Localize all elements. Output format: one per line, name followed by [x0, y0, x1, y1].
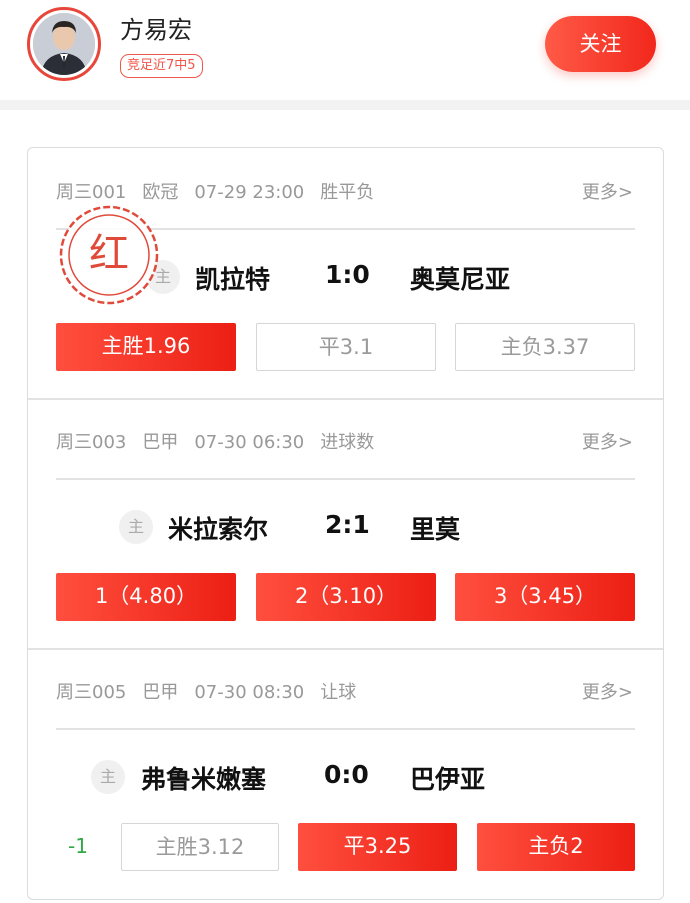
- match-item: 周三001 欧冠 07-29 23:00 胜平负 更多> 主 凯拉特 1:0 奥莫尼亚…: [28, 148, 663, 398]
- home-team: 弗鲁米嫩塞: [141, 765, 267, 794]
- expert-name: 方易宏: [120, 16, 192, 44]
- home-team: 米拉索尔: [168, 515, 269, 544]
- match-meta: 周三003 巴甲 07-30 06:30 进球数: [56, 428, 390, 454]
- option-home-win[interactable]: 主胜1.96: [56, 323, 236, 371]
- more-link[interactable]: 更多>: [582, 178, 633, 204]
- match-meta: 周三001 欧冠 07-29 23:00 胜平负: [56, 178, 390, 204]
- handicap-value: -1: [68, 834, 88, 858]
- league: 欧冠: [142, 182, 179, 203]
- market-type: 让球: [320, 682, 357, 703]
- divider: [56, 478, 635, 480]
- option-draw[interactable]: 平3.1: [256, 323, 436, 371]
- red-stamp: 红: [56, 202, 162, 308]
- match-score: 0:0: [324, 760, 369, 789]
- match-code: 周三005: [56, 682, 127, 703]
- home-team: 凯拉特: [195, 265, 271, 294]
- home-tag: 主: [119, 510, 153, 544]
- option-draw[interactable]: 平3.25: [298, 823, 457, 871]
- kickoff-time: 07-30 08:30: [194, 682, 305, 703]
- prediction-card: 周三001 欧冠 07-29 23:00 胜平负 更多> 主 凯拉特 1:0 奥莫尼亚…: [27, 147, 664, 900]
- away-team: 巴伊亚: [410, 765, 486, 794]
- stamp-label: 红: [89, 231, 129, 277]
- match-score: 2:1: [325, 510, 370, 539]
- section-separator: [0, 100, 690, 110]
- market-type: 胜平负: [320, 182, 375, 203]
- match-meta: 周三005 巴甲 07-30 08:30 让球: [56, 678, 372, 704]
- option-goals-1[interactable]: 1（4.80）: [56, 573, 236, 621]
- avatar[interactable]: [27, 7, 101, 81]
- league: 巴甲: [142, 682, 179, 703]
- avatar-photo: [33, 13, 95, 75]
- match-item: 周三003 巴甲 07-30 06:30 进球数 更多> 主 米拉索尔 2:1 里莫 …: [28, 398, 663, 648]
- more-link[interactable]: 更多>: [582, 678, 633, 704]
- divider: [56, 728, 635, 730]
- away-team: 里莫: [410, 515, 461, 544]
- more-link[interactable]: 更多>: [582, 428, 633, 454]
- kickoff-time: 07-30 06:30: [194, 432, 305, 453]
- option-home-win[interactable]: 主胜3.12: [121, 823, 279, 871]
- person-icon: [33, 13, 95, 75]
- match-item: 周三005 巴甲 07-30 08:30 让球 更多> 主 弗鲁米嫩塞 0:0 巴伊亚…: [28, 648, 663, 898]
- expert-header: 方易宏 竞足近7中5 关注: [0, 0, 690, 100]
- option-away-win[interactable]: 主负3.37: [455, 323, 635, 371]
- kickoff-time: 07-29 23:00: [194, 182, 305, 203]
- away-team: 奥莫尼亚: [410, 265, 511, 294]
- home-tag: 主: [91, 760, 125, 794]
- option-goals-2[interactable]: 2（3.10）: [256, 573, 436, 621]
- option-goals-3[interactable]: 3（3.45）: [455, 573, 635, 621]
- option-away-win[interactable]: 主负2: [477, 823, 635, 871]
- record-badge: 竞足近7中5: [120, 54, 203, 78]
- follow-button[interactable]: 关注: [545, 16, 656, 72]
- match-score: 1:0: [325, 260, 370, 289]
- match-code: 周三003: [56, 432, 127, 453]
- market-type: 进球数: [320, 432, 375, 453]
- league: 巴甲: [142, 432, 179, 453]
- match-code: 周三001: [56, 182, 127, 203]
